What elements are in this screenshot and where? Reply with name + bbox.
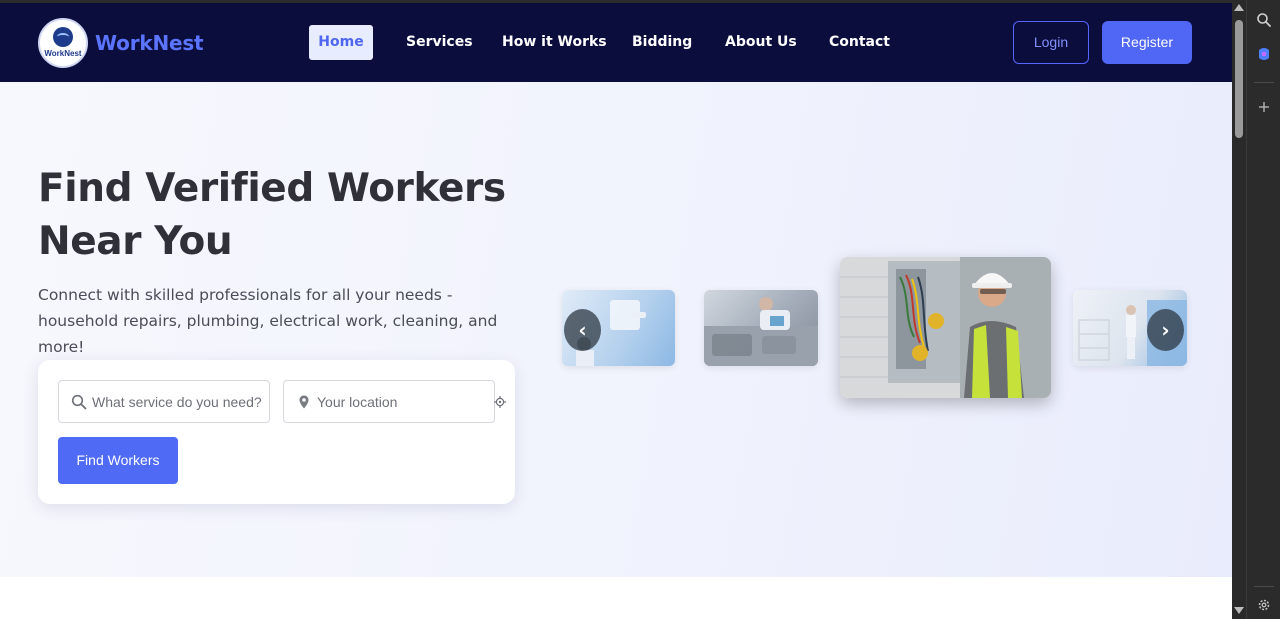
nav-link-contact[interactable]: Contact	[829, 34, 890, 50]
carousel-slide-mechanic[interactable]	[704, 290, 818, 366]
service-input[interactable]	[92, 381, 264, 422]
login-button[interactable]: Login	[1013, 21, 1089, 64]
register-button[interactable]: Register	[1102, 21, 1192, 64]
navbar: WorkNest WorkNest Home Services How it W…	[0, 3, 1232, 82]
search-icon[interactable]	[1256, 12, 1272, 28]
location-search-field[interactable]	[283, 380, 495, 423]
nav-link-how-it-works[interactable]: How it Works	[502, 34, 607, 50]
service-search-field[interactable]	[58, 380, 270, 423]
scroll-up-arrow-icon[interactable]	[1234, 4, 1244, 11]
nav-link-home[interactable]: Home	[309, 25, 373, 60]
nav-link-about-us[interactable]: About Us	[725, 34, 797, 50]
brand-name[interactable]: WorkNest	[95, 31, 204, 55]
copilot-icon[interactable]	[1256, 46, 1272, 62]
scroll-down-arrow-icon[interactable]	[1234, 607, 1244, 614]
hero-section: Find Verified Workers Near You Connect w…	[0, 82, 1232, 577]
gear-icon[interactable]	[1256, 597, 1272, 613]
search-icon	[71, 394, 87, 410]
find-workers-button[interactable]: Find Workers	[58, 437, 178, 484]
hero-subtitle: Connect with skilled professionals for a…	[38, 286, 498, 356]
add-icon[interactable]	[1256, 99, 1272, 115]
mechanic-image	[704, 297, 818, 366]
nav-link-services[interactable]: Services	[406, 34, 473, 50]
locate-me-icon[interactable]	[494, 396, 506, 408]
carousel-slide-electrician[interactable]	[840, 257, 1051, 398]
map-pin-icon	[299, 395, 309, 409]
hero-title: Find Verified Workers Near You	[38, 166, 506, 264]
electrician-image	[840, 257, 1051, 398]
logo-text: WorkNest	[44, 49, 82, 58]
location-input[interactable]	[317, 381, 489, 422]
search-card: Find Workers	[38, 360, 515, 504]
carousel-next-button[interactable]: ›	[1147, 309, 1184, 351]
nav-link-bidding[interactable]: Bidding	[632, 34, 692, 50]
logo-globe-icon	[53, 27, 73, 47]
browser-sidebar	[1246, 0, 1280, 619]
scrollbar-thumb[interactable]	[1235, 20, 1243, 138]
sidebar-divider	[1254, 586, 1274, 587]
logo[interactable]: WorkNest	[38, 18, 88, 68]
page-scrollbar[interactable]	[1232, 0, 1246, 619]
carousel-prev-button[interactable]: ‹	[564, 309, 601, 351]
sidebar-divider	[1254, 82, 1274, 83]
